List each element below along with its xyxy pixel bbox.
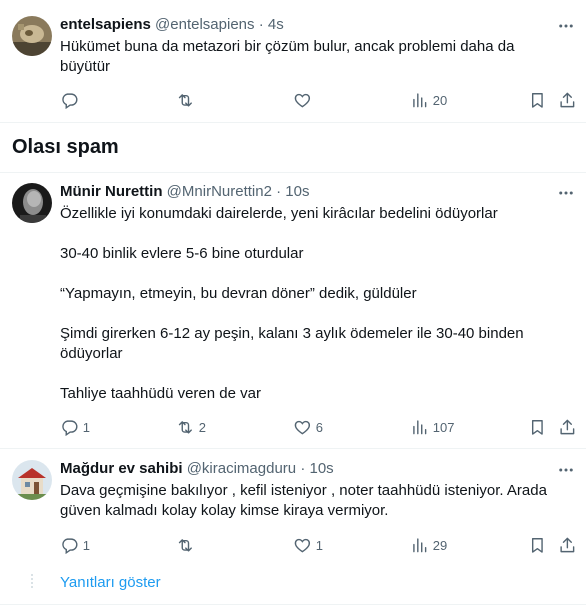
tweet-header: entelsapiens @entelsapiens · 4s (60, 15, 284, 35)
avatar-entelsapiens[interactable] (12, 16, 52, 56)
like-icon (294, 420, 311, 435)
like-button[interactable]: 1 (293, 535, 323, 555)
tweet-actions: 1 1 29 (0, 535, 586, 555)
tweet-entelsapiens[interactable]: entelsapiens @entelsapiens · 4s Hükümet … (0, 0, 586, 123)
like-button[interactable]: 6 (293, 417, 323, 437)
tweet-paragraph: Tahliye taahhüdü veren de var (60, 385, 261, 402)
share-icon (560, 92, 575, 107)
tweet-header: Münir Nurettin @MnirNurettin2 · 10s (60, 182, 309, 202)
like-button[interactable] (293, 90, 312, 110)
user-handle[interactable]: @MnirNurettin2 (167, 183, 272, 200)
thread-dots (31, 574, 33, 590)
tweet-actions: 1 2 6 107 (0, 417, 586, 437)
reply-icon (62, 93, 78, 109)
reply-button[interactable]: 1 (60, 535, 90, 555)
tweet-actions: 20 (0, 90, 586, 110)
bookmark-button[interactable] (528, 90, 547, 110)
display-name[interactable]: Mağdur ev sahibi (60, 460, 183, 477)
bookmark-icon (531, 419, 543, 435)
separator-dot: · (276, 183, 282, 200)
retweet-button[interactable] (176, 535, 195, 555)
avatar-magdur-ev-sahibi[interactable] (12, 460, 52, 500)
share-button[interactable] (558, 417, 577, 437)
views-icon (413, 538, 427, 552)
like-icon (294, 538, 311, 553)
timestamp[interactable]: 4s (268, 16, 284, 33)
share-icon (560, 419, 575, 434)
retweet-count: 2 (198, 419, 206, 435)
views-button[interactable]: 107 (410, 417, 454, 437)
timestamp[interactable]: 10s (309, 460, 333, 477)
tweet-text: Dava geçmişine bakılıyor , kefil isteniy… (60, 482, 547, 519)
more-icon[interactable] (556, 183, 576, 203)
user-handle[interactable]: @kiracimagduru (187, 460, 296, 477)
tweet-paragraph: “Yapmayın, etmeyin, bu devran döner” ded… (60, 285, 417, 302)
show-replies-link[interactable]: Yanıtları göster (60, 573, 161, 593)
divider (0, 604, 586, 605)
display-name[interactable]: Münir Nurettin (60, 183, 163, 200)
retweet-button[interactable] (176, 90, 195, 110)
bookmark-icon (531, 537, 543, 553)
like-count: 1 (315, 537, 323, 553)
retweet-icon (178, 538, 192, 552)
timestamp[interactable]: 10s (285, 183, 309, 200)
share-button[interactable] (558, 535, 577, 555)
tweet-text: Özellikle iyi konumdaki dairelerde, yeni… (60, 204, 550, 404)
views-button[interactable]: 20 (410, 90, 447, 110)
more-icon[interactable] (556, 16, 576, 36)
tweet-text-line: Hükümet buna da metazori bir çözüm bulur… (60, 38, 515, 55)
reply-icon (62, 420, 78, 436)
like-icon (294, 93, 311, 108)
retweet-icon (178, 420, 192, 434)
bookmark-icon (531, 92, 543, 108)
display-name[interactable]: entelsapiens (60, 16, 151, 33)
tweet-paragraph: 30-40 binlik evlere 5-6 bine oturdular (60, 245, 304, 262)
separator-dot: · (258, 16, 264, 33)
tweet-paragraph: Şimdi girerken 6-12 ay peşin, kalanı 3 a… (60, 325, 524, 362)
section-title-spam: Olası spam (12, 136, 119, 158)
user-handle[interactable]: @entelsapiens (155, 16, 254, 33)
divider (0, 122, 586, 123)
tweet-magdur-ev-sahibi[interactable]: Mağdur ev sahibi @kiracimagduru · 10s Da… (0, 449, 586, 559)
views-icon (413, 93, 427, 107)
avatar-munir-nurettin[interactable] (12, 183, 52, 223)
views-count: 107 (432, 419, 455, 435)
tweet-paragraph: Özellikle iyi konumdaki dairelerde, yeni… (60, 205, 498, 222)
share-icon (560, 537, 575, 552)
retweet-button[interactable]: 2 (176, 417, 206, 437)
views-count: 20 (432, 92, 448, 108)
like-count: 6 (315, 419, 323, 435)
bookmark-button[interactable] (528, 417, 547, 437)
tweet-text-line: büyütür (60, 58, 111, 75)
views-icon (413, 420, 427, 434)
tweet-text: Hükümet buna da metazori bir çözüm bulur… (60, 37, 560, 77)
reply-count: 1 (82, 537, 90, 553)
reply-button[interactable]: 1 (60, 417, 90, 437)
retweet-icon (178, 93, 192, 107)
views-count: 29 (432, 537, 448, 553)
more-icon[interactable] (556, 460, 576, 480)
share-button[interactable] (558, 90, 577, 110)
separator-dot: · (300, 460, 306, 477)
tweet-munir-nurettin[interactable]: Münir Nurettin @MnirNurettin2 · 10s Özel… (0, 173, 586, 449)
reply-button[interactable] (60, 90, 79, 110)
views-button[interactable]: 29 (410, 535, 447, 555)
reply-icon (62, 538, 78, 554)
tweet-header: Mağdur ev sahibi @kiracimagduru · 10s (60, 459, 334, 479)
reply-count: 1 (82, 419, 90, 435)
bookmark-button[interactable] (528, 535, 547, 555)
